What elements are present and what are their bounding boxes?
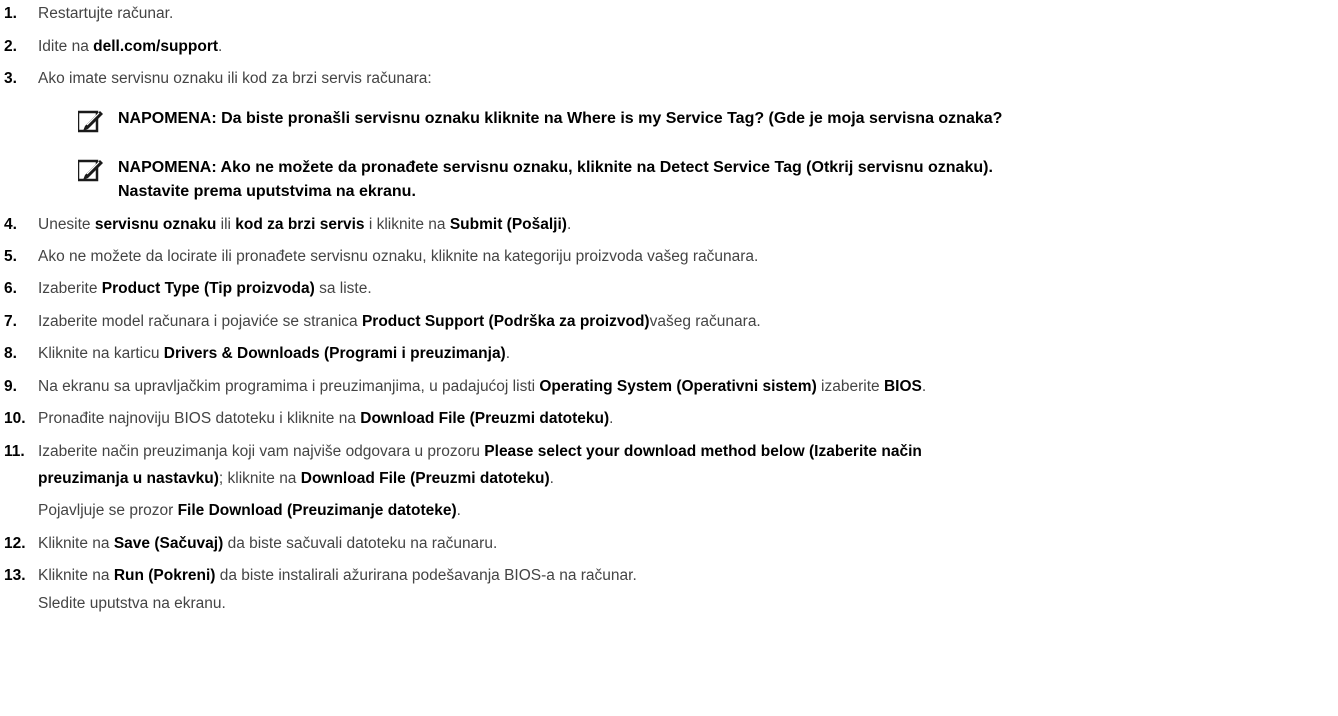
note-text: NAPOMENA: Da biste pronašli servisnu ozn… — [118, 110, 1003, 127]
step-text: Na ekranu sa upravljačkim programima i p… — [38, 378, 927, 395]
step-number: 13. — [4, 567, 26, 584]
note-pencil-icon — [78, 159, 103, 182]
note-text-line-2: Nastavite prema uputstvima na ekranu. — [118, 183, 416, 200]
support-url: dell.com/support — [93, 38, 219, 55]
step-text: Kliknite na Save (Sačuvaj) da biste saču… — [38, 535, 498, 552]
step-13-continuation: Sledite uputstva na ekranu. — [38, 595, 226, 612]
step-11-continuation: preuzimanja u nastavku); kliknite na Dow… — [38, 470, 554, 487]
step-text: Ako ne možete da locirate ili pronađete … — [38, 248, 759, 265]
step-text: Unesite servisnu oznaku ili kod za brzi … — [38, 216, 572, 233]
step-text: Izaberite Product Type (Tip proizvoda) s… — [38, 280, 372, 297]
note-text-line-1: NAPOMENA: Ako ne možete da pronađete ser… — [118, 159, 993, 176]
step-number: 11. — [4, 443, 25, 460]
step-text: Idite na dell.com/support. — [38, 38, 223, 55]
bios-update-instructions: 1. Restartujte računar. 2. Idite na dell… — [0, 0, 1338, 716]
step-text: Pronađite najnoviju BIOS datoteku i klik… — [38, 410, 614, 427]
step-text: Izaberite model računara i pojaviće se s… — [38, 313, 761, 330]
step-text: Kliknite na Run (Pokreni) da biste insta… — [38, 567, 637, 584]
step-number: 12. — [4, 535, 26, 552]
step-number: 2. — [4, 38, 17, 55]
step-number: 5. — [4, 248, 17, 265]
step-number: 10. — [4, 410, 26, 427]
step-number: 7. — [4, 313, 17, 330]
step-text: Kliknite na karticu Drivers & Downloads … — [38, 345, 511, 362]
step-11-result: Pojavljuje se prozor File Download (Preu… — [38, 502, 461, 519]
step-number: 6. — [4, 280, 17, 297]
step-text: Izaberite način preuzimanja koji vam naj… — [38, 443, 922, 460]
step-number: 8. — [4, 345, 17, 362]
step-number: 1. — [4, 5, 17, 22]
step-text: Restartujte računar. — [38, 5, 174, 22]
step-text: Ako imate servisnu oznaku ili kod za brz… — [38, 70, 432, 87]
step-number: 3. — [4, 70, 17, 87]
note-pencil-icon — [78, 110, 103, 133]
step-number: 4. — [4, 216, 17, 233]
step-number: 9. — [4, 378, 17, 395]
